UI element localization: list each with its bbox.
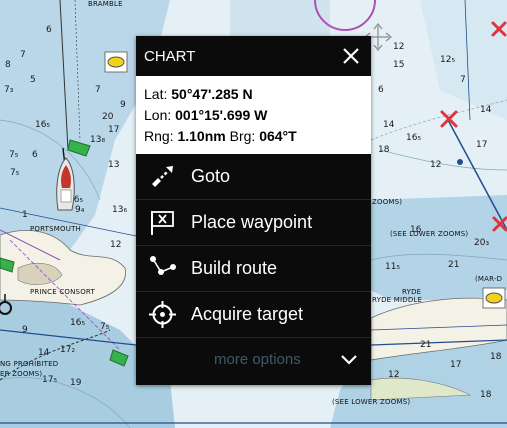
menu-item-place-waypoint[interactable]: Place waypoint — [136, 200, 371, 246]
route-icon — [150, 256, 176, 275]
waypoint-flag-icon — [151, 211, 174, 235]
latitude-value: 50°47'.285 N — [171, 86, 253, 102]
bearing-value: 064°T — [259, 128, 297, 144]
menu-item-label: Acquire target — [191, 304, 304, 324]
more-options-button[interactable]: more options — [136, 338, 371, 381]
menu-item-label: Build route — [191, 258, 278, 278]
target-crosshair-icon — [149, 301, 176, 328]
menu-header: CHART — [136, 36, 371, 76]
menu-item-label: Place waypoint — [191, 212, 313, 232]
close-button[interactable] — [337, 42, 365, 70]
green-buoy-icon — [109, 349, 129, 367]
goto-icon — [152, 166, 173, 187]
light-beacon-icon — [0, 294, 12, 315]
longitude-value: 001°15'.699 W — [175, 107, 268, 123]
menu-item-label: Goto — [191, 166, 231, 186]
green-buoy-icon — [67, 139, 91, 157]
range-bearing-row: Rng: 1.10nm Brg: 064°T — [144, 126, 363, 147]
green-buoy-icon — [0, 257, 15, 273]
menu-item-goto[interactable]: Goto — [136, 154, 371, 200]
more-options-label: more options — [214, 351, 301, 368]
close-icon — [343, 48, 359, 64]
waypoint-marker-icon[interactable] — [440, 110, 458, 128]
menu-item-build-route[interactable]: Build route — [136, 246, 371, 292]
menu-item-acquire-target[interactable]: Acquire target — [136, 292, 371, 338]
longitude-label: Lon: — [144, 107, 172, 123]
route-node-icon — [457, 159, 463, 165]
range-value: 1.10nm — [177, 128, 226, 144]
special-buoy-icon — [104, 51, 128, 73]
latitude-label: Lat: — [144, 86, 168, 102]
range-label: Rng: — [144, 128, 174, 144]
latitude-row: Lat: 50°47'.285 N — [144, 84, 363, 105]
bearing-label: Brg: — [229, 128, 256, 144]
waypoint-marker-icon[interactable] — [492, 216, 507, 232]
chart-context-menu: CHART Lat: 50°47'.285 N Lon: 001°15'.699… — [136, 36, 371, 385]
chevron-down-icon — [341, 355, 357, 365]
position-readout: Lat: 50°47'.285 N Lon: 001°15'.699 W Rng… — [136, 76, 371, 154]
waypoint-marker-icon[interactable] — [491, 21, 507, 37]
longitude-row: Lon: 001°15'.699 W — [144, 105, 363, 126]
special-buoy-icon — [482, 287, 506, 309]
menu-title: CHART — [144, 48, 196, 65]
vessel-icon[interactable] — [56, 147, 75, 211]
